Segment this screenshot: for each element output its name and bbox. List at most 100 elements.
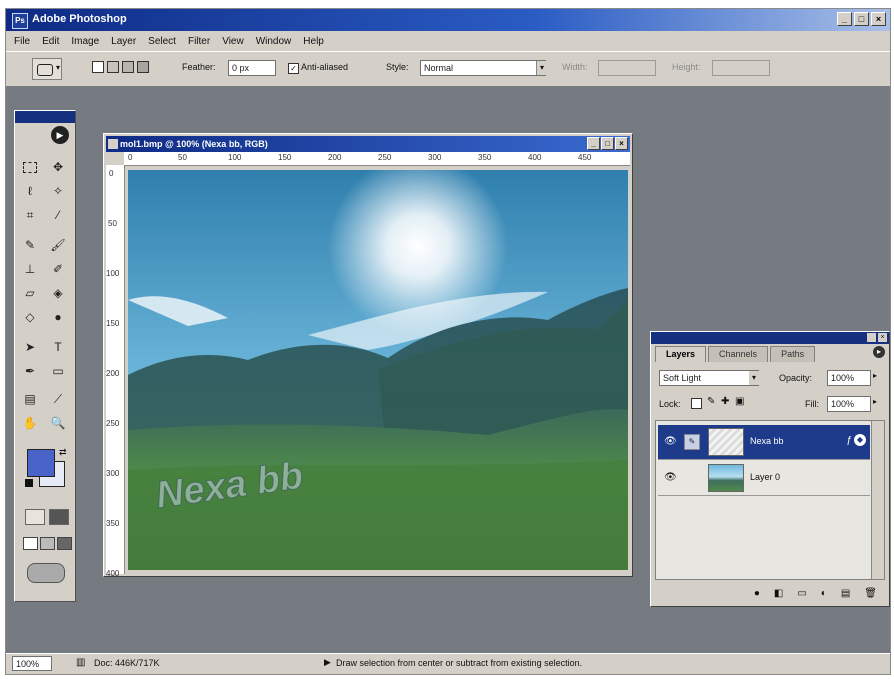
menu-help[interactable]: Help	[303, 36, 324, 47]
zoom-tool-icon[interactable]: 🔍	[47, 413, 69, 433]
style-dropdown-icon[interactable]: ▾	[536, 61, 547, 75]
adobe-logo-icon: ▶	[51, 126, 69, 144]
move-tool-icon[interactable]: ✥	[47, 157, 69, 177]
fill-arrow-icon[interactable]: ▸	[873, 397, 877, 406]
lock-all-icon[interactable]: ▣	[735, 396, 744, 407]
shape-tool-icon[interactable]: ▭	[47, 361, 69, 381]
subtract-selection-icon[interactable]	[122, 61, 134, 73]
document-icon	[108, 139, 118, 149]
eyedropper-icon[interactable]: ⟋	[47, 389, 69, 409]
blend-dropdown-icon[interactable]: ▾	[749, 371, 759, 385]
blend-mode-select[interactable]: Soft Light	[659, 370, 759, 386]
status-icon: ▥	[76, 657, 86, 668]
image-canvas[interactable]: Nexa bb	[128, 170, 628, 570]
tab-paths[interactable]: Paths	[770, 346, 816, 362]
opacity-arrow-icon[interactable]: ▸	[873, 371, 877, 380]
dodge-tool-icon[interactable]: ●	[47, 307, 69, 327]
new-layer-icon[interactable]: ▤	[841, 588, 850, 599]
foreground-color-swatch[interactable]	[27, 449, 55, 477]
doc-close-button[interactable]: ×	[615, 137, 628, 150]
lasso-tool-icon[interactable]: ℓ	[19, 181, 41, 201]
lock-paint-icon[interactable]: ✎	[707, 396, 715, 407]
eye-icon[interactable]: 👁	[664, 436, 677, 447]
layer-row[interactable]: 👁 Layer 0	[658, 461, 870, 496]
doc-maximize-button[interactable]: □	[601, 137, 614, 150]
layer-style-icon: ƒ	[846, 435, 852, 446]
maximize-button[interactable]: □	[854, 12, 869, 26]
zoom-field[interactable]: 100%	[12, 656, 52, 671]
full-screen-menu-icon[interactable]	[40, 537, 55, 550]
default-colors-icon[interactable]	[25, 479, 33, 487]
standard-mode-icon[interactable]	[25, 509, 45, 525]
history-brush-icon[interactable]: ✐	[47, 259, 69, 279]
marquee-tool-icon[interactable]	[19, 157, 41, 177]
trash-icon[interactable]: 🗑	[864, 588, 877, 599]
jump-to-imageready-icon[interactable]	[27, 563, 65, 583]
adjustment-layer-icon[interactable]: ◐	[821, 588, 827, 599]
pen-tool-icon[interactable]: ✒	[19, 361, 41, 381]
menu-file[interactable]: File	[14, 36, 30, 47]
paint-bucket-icon[interactable]: ◈	[47, 283, 69, 303]
standard-screen-icon[interactable]	[23, 537, 38, 550]
new-selection-icon[interactable]	[92, 61, 104, 73]
document-window: mol1.bmp @ 100% (Nexa bb, RGB) _ □ × 0 5…	[103, 133, 633, 578]
menu-window[interactable]: Window	[256, 36, 292, 47]
tab-layers[interactable]: Layers	[655, 346, 707, 362]
full-screen-icon[interactable]	[57, 537, 72, 550]
layer-row[interactable]: 👁 ✎ Nexa bb ƒ ◆	[658, 425, 870, 460]
fill-field[interactable]: 100%	[827, 396, 871, 412]
layer-thumbnail	[708, 428, 744, 456]
eye-icon[interactable]: 👁	[664, 472, 677, 483]
layers-palette-header: ×	[651, 332, 889, 344]
antialiased-checkbox[interactable]: ✓	[288, 63, 299, 74]
menu-edit[interactable]: Edit	[42, 36, 59, 47]
blur-tool-icon[interactable]: ◇	[19, 307, 41, 327]
rect-marquee-icon	[37, 64, 53, 76]
ruler-h-label: 150	[278, 153, 292, 162]
intersect-selection-icon[interactable]	[137, 61, 149, 73]
magic-wand-icon[interactable]: ✧	[47, 181, 69, 201]
menu-select[interactable]: Select	[148, 36, 176, 47]
menu-image[interactable]: Image	[71, 36, 99, 47]
ruler-h-label: 0	[128, 153, 133, 162]
brush-tool-icon[interactable]: 🖌	[47, 235, 69, 255]
palette-minimize-icon[interactable]	[867, 333, 876, 342]
type-tool-icon[interactable]: T	[47, 337, 69, 357]
opacity-field[interactable]: 100%	[827, 370, 871, 386]
lock-move-icon[interactable]: ✚	[721, 396, 729, 407]
swap-colors-icon[interactable]: ⇄	[59, 447, 67, 458]
menu-view[interactable]: View	[222, 36, 244, 47]
new-set-icon[interactable]: ▭	[797, 588, 806, 599]
menu-layer[interactable]: Layer	[111, 36, 136, 47]
ruler-v-label: 250	[106, 419, 120, 428]
path-select-icon[interactable]: ➤	[19, 337, 41, 357]
add-selection-icon[interactable]	[107, 61, 119, 73]
palette-menu-icon[interactable]: ▸	[873, 346, 885, 358]
status-arrow-icon[interactable]: ▶	[324, 657, 331, 668]
close-button[interactable]: ×	[871, 12, 886, 26]
add-style-icon[interactable]: ●	[754, 588, 760, 599]
style-select[interactable]: Normal	[420, 60, 546, 76]
document-title-bar: mol1.bmp @ 100% (Nexa bb, RGB) _ □ ×	[106, 136, 630, 152]
layers-scrollbar[interactable]	[871, 421, 884, 579]
slice-tool-icon[interactable]: ⁄	[47, 205, 69, 225]
eraser-tool-icon[interactable]: ▱	[19, 283, 41, 303]
lock-transparency-icon[interactable]	[691, 398, 702, 409]
marquee-tool-preset[interactable]: ▾	[32, 58, 62, 80]
healing-brush-icon[interactable]: ✎	[19, 235, 41, 255]
palette-tabs: Layers Channels Paths ▸	[655, 346, 885, 362]
minimize-button[interactable]: _	[837, 12, 852, 26]
menu-filter[interactable]: Filter	[188, 36, 210, 47]
quickmask-mode-icon[interactable]	[49, 509, 69, 525]
crop-tool-icon[interactable]: ⌗	[19, 205, 41, 225]
doc-minimize-button[interactable]: _	[587, 137, 600, 150]
notes-tool-icon[interactable]: ▤	[19, 389, 41, 409]
add-mask-icon[interactable]: ◧	[774, 588, 783, 599]
clone-stamp-icon[interactable]: ⊥	[19, 259, 41, 279]
feather-field[interactable]: 0 px	[228, 60, 276, 76]
layer-effects-icon[interactable]: ◆	[854, 434, 866, 446]
blend-row: Soft Light ▾ Opacity: 100% ▸	[655, 368, 883, 388]
hand-tool-icon[interactable]: ✋	[19, 413, 41, 433]
palette-close-icon[interactable]: ×	[878, 333, 887, 342]
tab-channels[interactable]: Channels	[708, 346, 769, 362]
